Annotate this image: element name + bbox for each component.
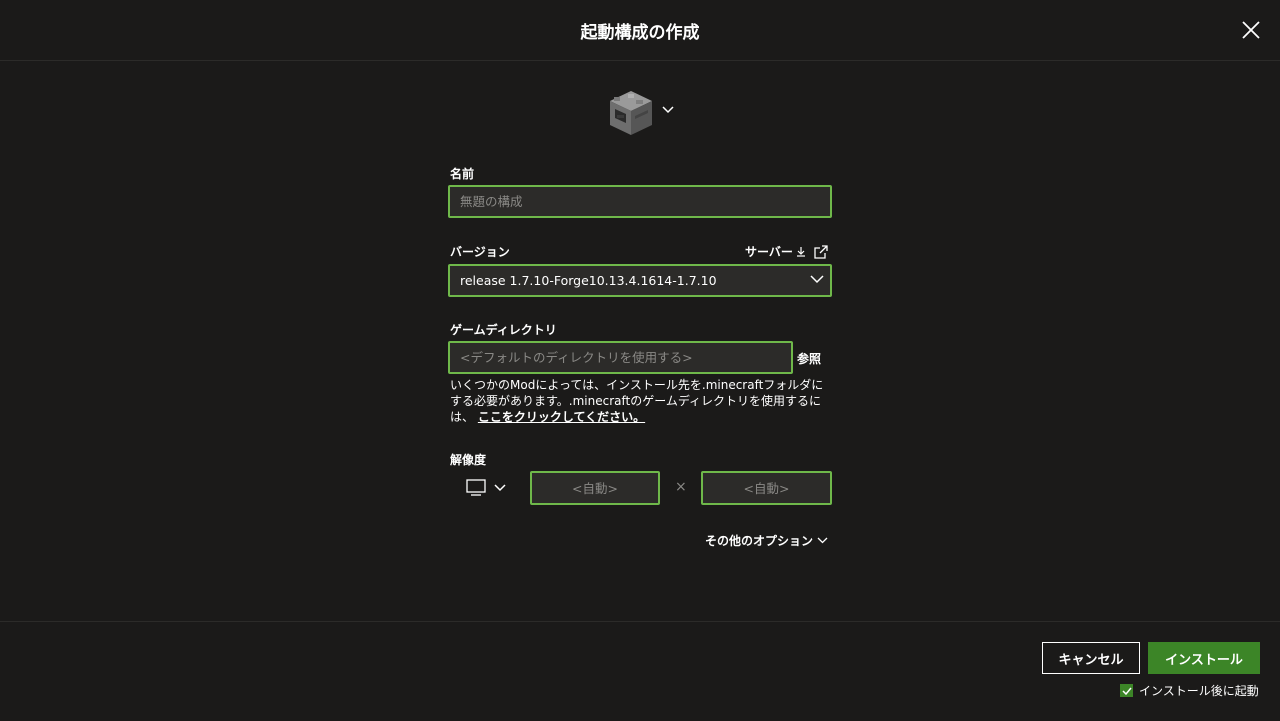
game-dir-label: ゲームディレクトリ: [450, 323, 557, 337]
version-label: バージョン: [450, 245, 510, 259]
resolution-width-wrapper: [530, 471, 660, 505]
launch-after-install-label: インストール後に起動: [1139, 684, 1259, 698]
chevron-down-icon: [494, 483, 506, 491]
monitor-icon: [466, 479, 486, 496]
launch-after-install-checkbox[interactable]: インストール後に起動: [1120, 682, 1259, 699]
chevron-down-icon: [810, 275, 824, 284]
name-input[interactable]: [450, 187, 830, 216]
chevron-down-icon[interactable]: [662, 106, 674, 114]
browse-button[interactable]: 参照: [797, 350, 821, 367]
page-title: 起動構成の作成: [580, 23, 700, 43]
resolution-height-wrapper: [701, 471, 832, 505]
resolution-separator: ×: [675, 479, 687, 495]
external-link-icon: [814, 244, 828, 259]
download-icon: [796, 247, 805, 257]
more-options-toggle[interactable]: その他のオプション: [705, 532, 828, 549]
more-options-label: その他のオプション: [705, 534, 814, 548]
resolution-preset-dropdown[interactable]: [466, 479, 506, 496]
game-dir-input[interactable]: [450, 343, 791, 372]
server-link[interactable]: サーバー: [745, 243, 828, 260]
game-dir-help: いくつかのModによっては、インストール先を.minecraftフォルダにする必…: [450, 377, 830, 425]
chevron-down-icon: [817, 537, 828, 544]
resolution-height-input[interactable]: [703, 473, 830, 503]
version-select[interactable]: release 1.7.10-Forge10.13.4.1614-1.7.10: [448, 264, 832, 297]
dialog-header: 起動構成の作成: [0, 0, 1280, 61]
checkbox-checked-icon: [1120, 684, 1133, 697]
name-label: 名前: [450, 167, 475, 181]
name-field-wrapper: [448, 185, 832, 218]
resolution-label: 解像度: [450, 453, 487, 467]
server-link-label: サーバー: [745, 245, 793, 259]
close-icon[interactable]: [1238, 17, 1264, 43]
version-select-value: release 1.7.10-Forge10.13.4.1614-1.7.10: [460, 273, 717, 288]
game-dir-help-link[interactable]: ここをクリックしてください。: [478, 410, 645, 424]
furnace-icon[interactable]: [606, 88, 656, 138]
install-button[interactable]: インストール: [1148, 642, 1260, 674]
game-dir-field-wrapper: [448, 341, 793, 374]
cancel-button[interactable]: キャンセル: [1042, 642, 1140, 674]
resolution-width-input[interactable]: [532, 473, 658, 503]
